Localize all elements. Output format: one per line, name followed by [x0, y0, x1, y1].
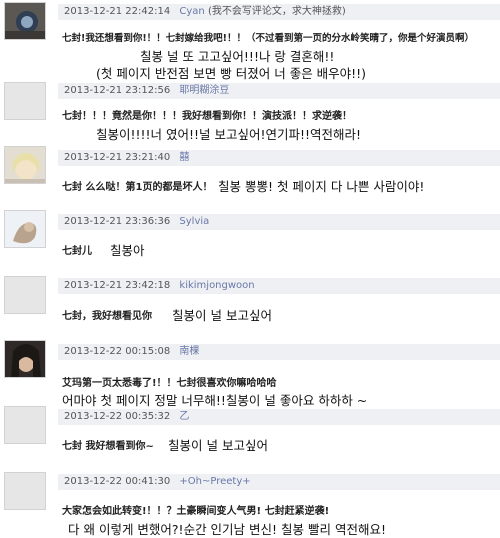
comment-item: 2013-12-21 23:42:18 kikimjongwoon 七封，我好想…	[0, 270, 500, 334]
avatar[interactable]	[4, 210, 46, 248]
comment-text-chinese: 大家怎会如此转变!！！？土豪瞬间变人气男! 七封赶紧逆袭!	[62, 506, 330, 517]
comment-item: 2013-12-22 00:41:30 +Oh~Preety+ 大家怎会如此转变…	[0, 470, 500, 537]
username-link[interactable]: 南棵	[179, 346, 199, 357]
username-note: (我不会写评论文，求大神拯救)	[207, 6, 346, 17]
comment-item: 2013-12-22 00:15:08 南棵 艾玛第一页太悉毒了!！！七封很喜欢…	[0, 334, 500, 408]
comment-text-chinese: 艾玛第一页太悉毒了!！！七封很喜欢你嘛哈哈哈	[62, 378, 277, 389]
timestamp: 2013-12-21 23:12:56	[64, 85, 171, 96]
avatar[interactable]	[4, 340, 46, 378]
comment-item: 2013-12-22 00:35:32 乙 七封 我好想看到你~ 칠봉이 널 보…	[0, 404, 500, 470]
username-link[interactable]: Cyan	[179, 6, 204, 17]
comment-text-korean: 다 왜 이렇게 변했어?!순간 인기남 변신! 칠봉 빨리 역전해요!	[68, 522, 386, 537]
comment-item: 2013-12-21 23:36:36 Sylvia 七封儿 칠봉아	[0, 206, 500, 270]
avatar[interactable]	[4, 406, 46, 444]
comment-meta: 2013-12-22 00:41:30 +Oh~Preety+	[58, 474, 500, 490]
avatar[interactable]	[4, 276, 46, 314]
username-link[interactable]: 囍	[179, 152, 189, 163]
timestamp: 2013-12-21 23:21:40	[64, 152, 171, 163]
timestamp: 2013-12-21 23:36:36	[64, 216, 171, 227]
comment-text-chinese: 七封 么么哒！第1页的都是坏人！	[62, 182, 213, 193]
username-link[interactable]: 乙	[179, 411, 189, 422]
comment-text-chinese: 七封儿	[62, 246, 92, 257]
comment-meta: 2013-12-21 23:12:56 耶明糊涂豆	[58, 83, 500, 99]
avatar[interactable]	[4, 472, 46, 510]
comment-meta: 2013-12-21 23:36:36 Sylvia	[58, 214, 500, 230]
username-link[interactable]: +Oh~Preety+	[179, 476, 250, 487]
comment-item: 2013-12-21 22:42:14 Cyan (我不会写评论文，求大神拯救)…	[0, 0, 500, 88]
timestamp: 2013-12-21 23:42:18	[64, 280, 171, 291]
username-link[interactable]: 耶明糊涂豆	[179, 85, 229, 96]
comment-meta: 2013-12-21 23:42:18 kikimjongwoon	[58, 278, 500, 294]
avatar[interactable]	[4, 146, 46, 184]
comment-text-chinese: 七封！！！竟然是你！！！我好想看到你！！演技派！！求逆袭！	[62, 111, 352, 122]
comment-meta: 2013-12-22 00:35:32 乙	[58, 409, 500, 425]
comment-item: 2013-12-21 23:12:56 耶明糊涂豆 七封！！！竟然是你！！！我好…	[0, 80, 500, 144]
comment-text-korean: 칠봉아	[110, 243, 145, 258]
comment-meta: 2013-12-21 23:21:40 囍	[58, 150, 500, 166]
comment-meta: 2013-12-21 22:42:14 Cyan (我不会写评论文，求大神拯救)	[58, 4, 500, 20]
comment-text-korean: 칠봉이 널 보고싶어	[168, 438, 268, 453]
username-link[interactable]: Sylvia	[179, 216, 209, 227]
comment-text-chinese: 七封 我好想看到你~	[62, 441, 154, 452]
comment-text-korean: 칠봉 뽕뽕! 첫 페이지 다 나쁜 사람이야!	[218, 179, 425, 194]
comment-meta: 2013-12-22 00:15:08 南棵	[58, 344, 500, 360]
timestamp: 2013-12-22 00:41:30	[64, 476, 171, 487]
comment-item: 2013-12-21 23:21:40 囍 七封 么么哒！第1页的都是坏人！ 칠…	[0, 142, 500, 206]
avatar[interactable]	[4, 82, 46, 120]
comment-text-chinese: 七封!我还想看到你!！！七封嫁给我吧!！！（不过看到第一页的分水岭笑晴了，你是个…	[62, 33, 474, 44]
comment-text-chinese: 七封，我好想看见你	[62, 311, 152, 322]
timestamp: 2013-12-22 00:15:08	[64, 346, 171, 357]
comment-text-korean: 칠봉이 널 보고싶어	[172, 308, 272, 323]
avatar[interactable]	[4, 2, 46, 40]
username-link[interactable]: kikimjongwoon	[179, 280, 254, 291]
timestamp: 2013-12-22 00:35:32	[64, 411, 171, 422]
timestamp: 2013-12-21 22:42:14	[64, 6, 171, 17]
comment-text-korean: 칠봉이!!!!너 였어!!널 보고싶어!연기파!!역전해라!	[96, 127, 362, 142]
